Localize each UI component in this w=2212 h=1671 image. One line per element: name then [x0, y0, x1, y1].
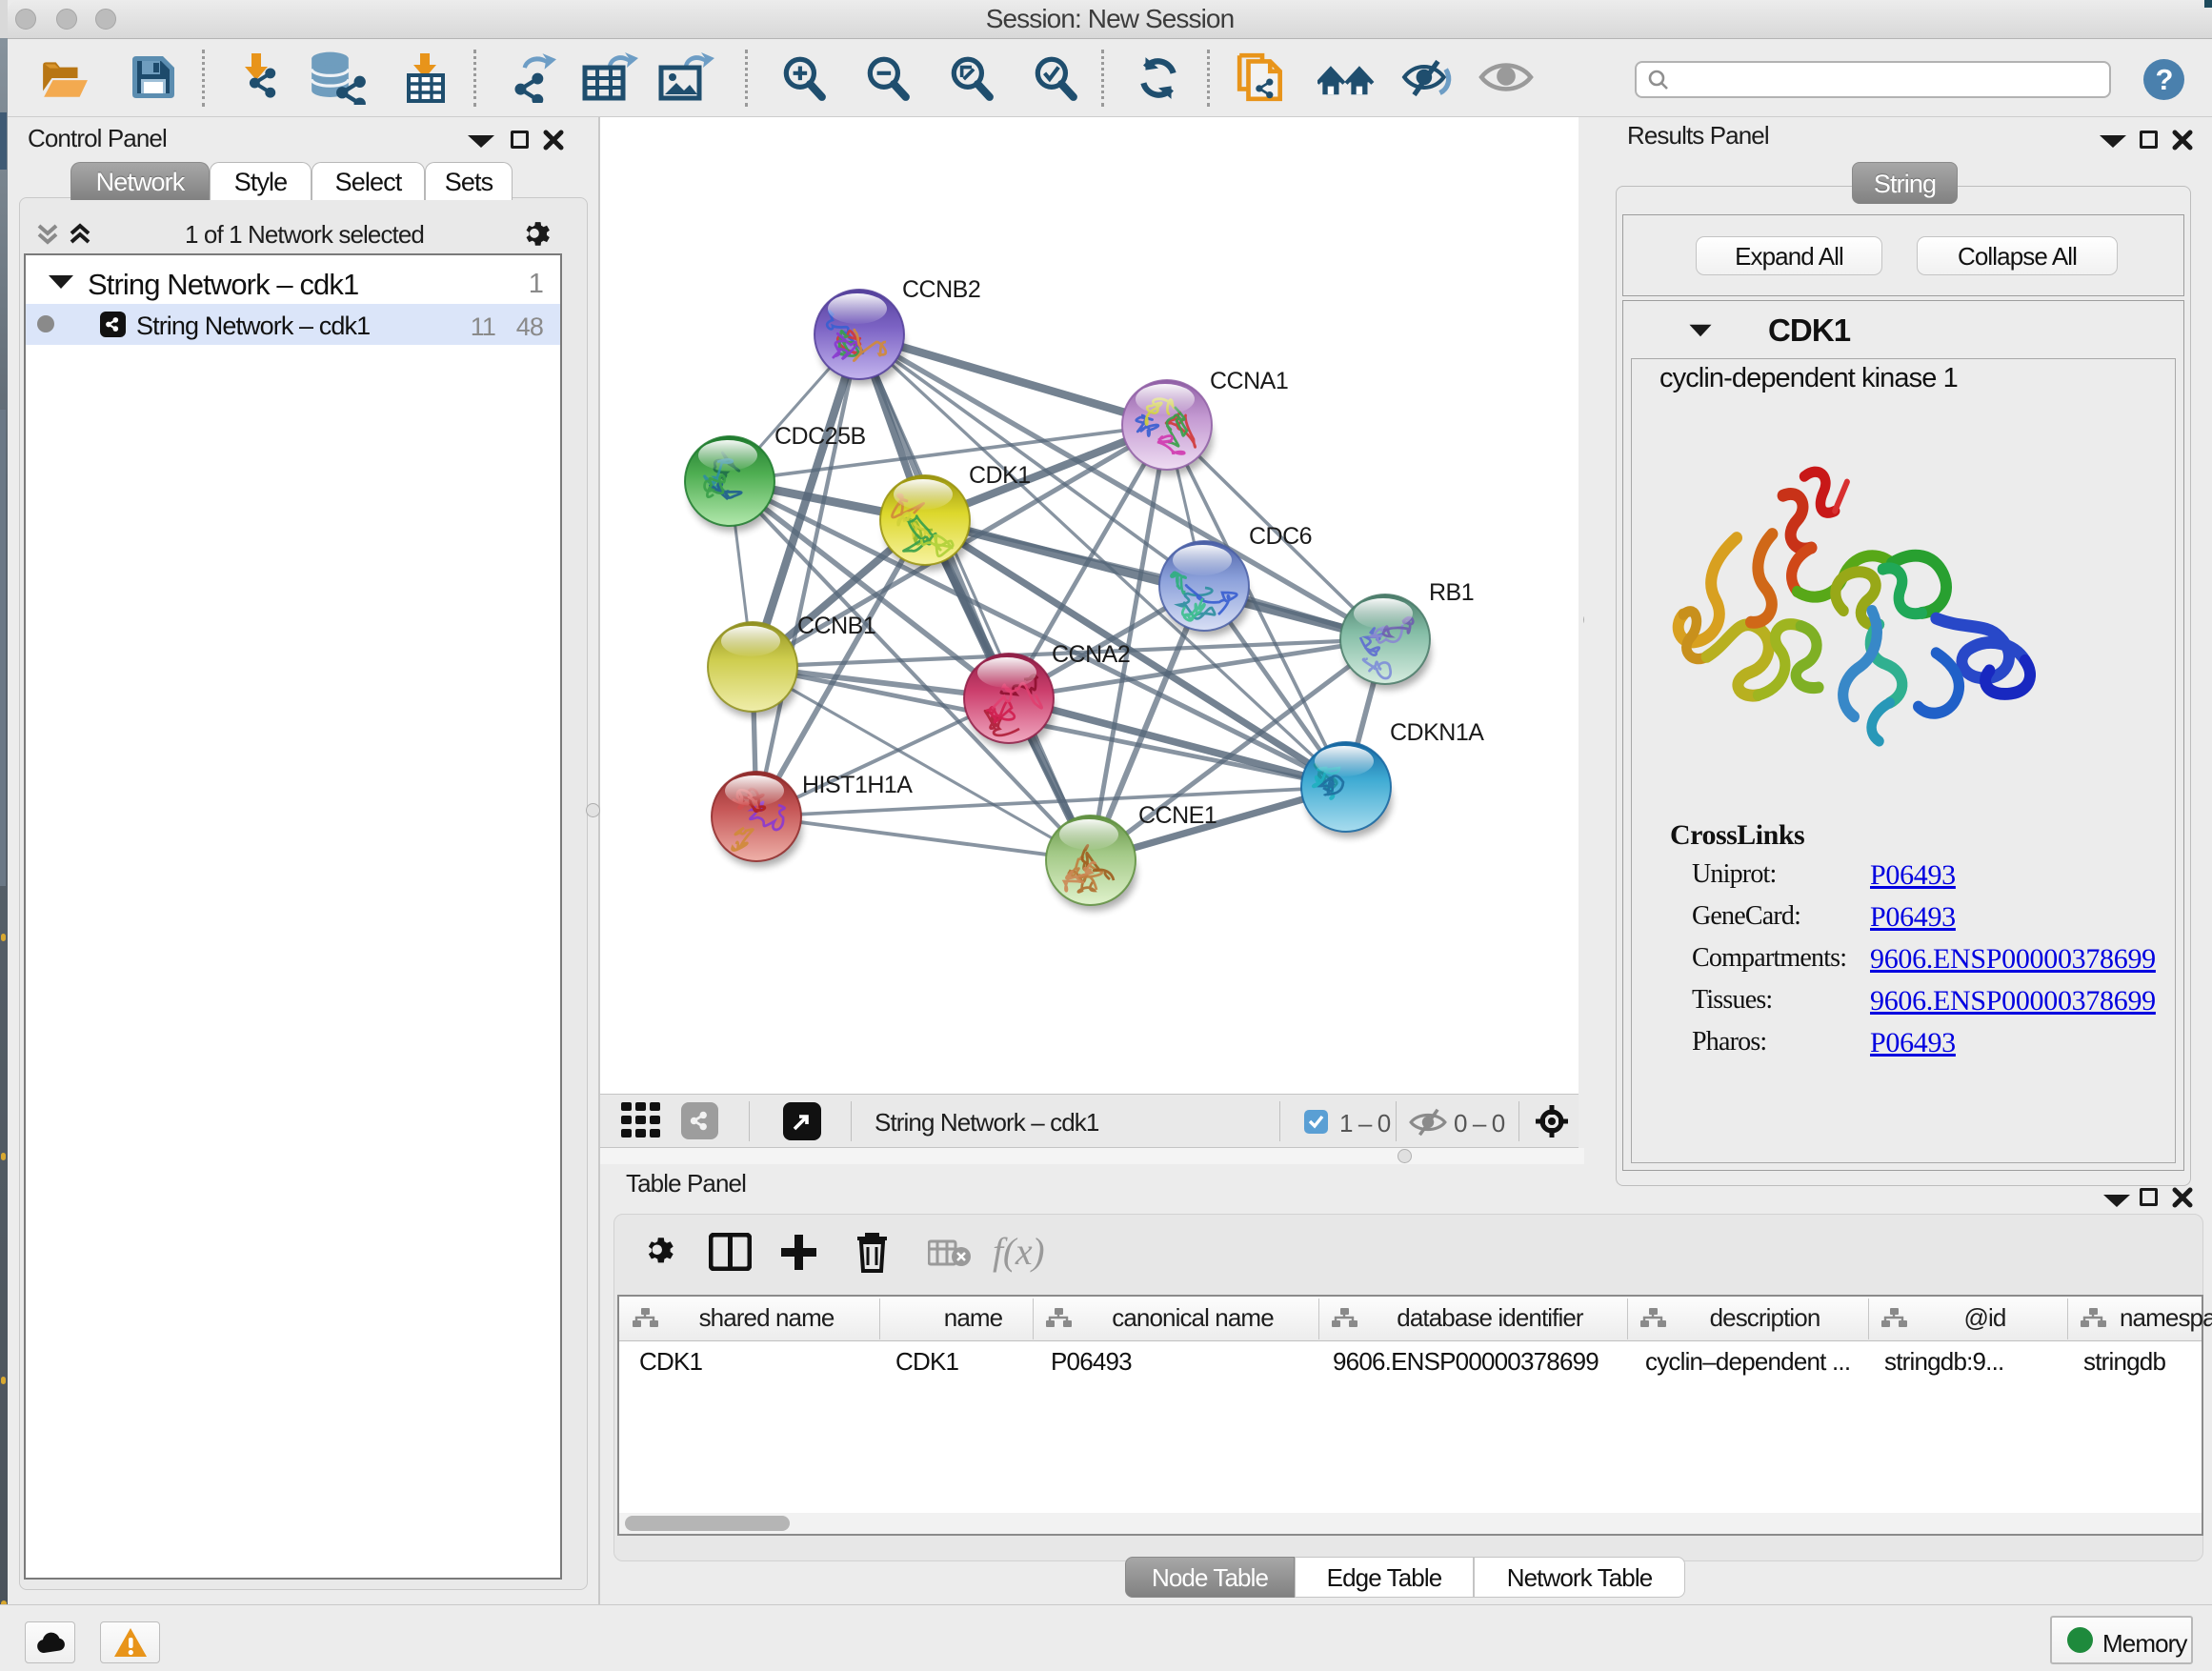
- svg-text:CDK1: CDK1: [969, 462, 1031, 489]
- svg-text:CDC25B: CDC25B: [774, 423, 866, 450]
- svg-text:CCNB2: CCNB2: [902, 276, 980, 303]
- svg-text:CCNB1: CCNB1: [797, 613, 875, 639]
- svg-text:CCNA1: CCNA1: [1210, 368, 1288, 394]
- svg-text:HIST1H1A: HIST1H1A: [802, 772, 913, 798]
- svg-text:CDKN1A: CDKN1A: [1390, 719, 1484, 746]
- svg-text:RB1: RB1: [1429, 579, 1474, 606]
- svg-text:CDC6: CDC6: [1249, 523, 1312, 550]
- svg-text:CCNA2: CCNA2: [1052, 641, 1130, 668]
- svg-text:CCNE1: CCNE1: [1138, 802, 1217, 829]
